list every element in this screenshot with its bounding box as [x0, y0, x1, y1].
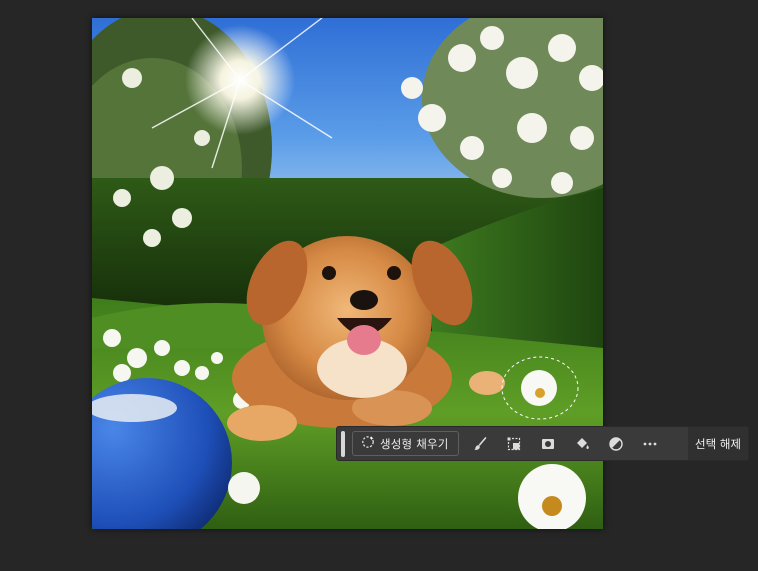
- generative-fill-icon: [361, 434, 375, 453]
- more-options-icon: [642, 436, 658, 452]
- brush-tool-button[interactable]: [463, 427, 497, 460]
- fill-bucket-button[interactable]: [565, 427, 599, 460]
- drag-handle[interactable]: [341, 430, 345, 457]
- deselect-button[interactable]: 선택 해제: [688, 427, 748, 460]
- document-canvas[interactable]: [0, 0, 758, 571]
- contextual-task-bar: 생성형 채우기 선택 해제: [336, 426, 749, 461]
- transform-selection-icon: [506, 436, 522, 452]
- generative-fill-button[interactable]: 생성형 채우기: [352, 431, 459, 456]
- adjustment-button[interactable]: [599, 427, 633, 460]
- generative-fill-label: 생성형 채우기: [380, 436, 449, 451]
- mask-button[interactable]: [531, 427, 565, 460]
- mask-icon: [540, 436, 556, 452]
- brush-icon: [472, 436, 488, 452]
- fill-bucket-icon: [574, 436, 590, 452]
- transform-selection-button[interactable]: [497, 427, 531, 460]
- more-options-button[interactable]: [633, 427, 667, 460]
- deselect-label: 선택 해제: [695, 436, 741, 451]
- adjustment-icon: [608, 436, 624, 452]
